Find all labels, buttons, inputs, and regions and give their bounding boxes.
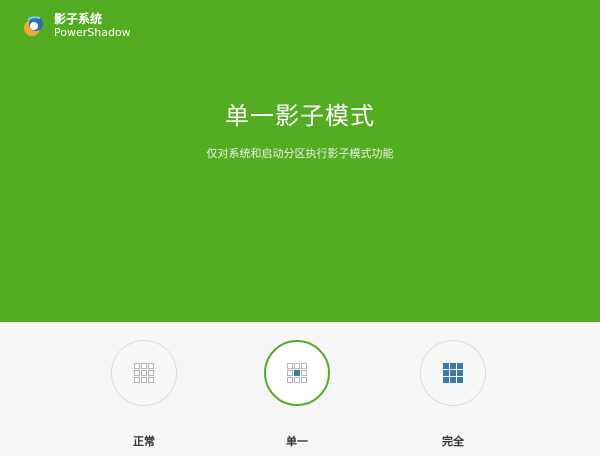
mode-full-button[interactable]: 完全 <box>408 340 498 449</box>
mode-normal-label: 正常 <box>133 435 155 448</box>
mode-title: 单一影子模式 <box>225 102 375 130</box>
grid-filled-icon <box>443 363 463 383</box>
mode-normal-button[interactable]: 正常 <box>99 340 189 449</box>
mode-description: 仅对系统和启动分区执行影子模式功能 <box>206 147 394 160</box>
app-subtitle: PowerShadow <box>54 26 131 39</box>
mode-single-circle[interactable] <box>264 340 330 406</box>
app-logo-icon <box>24 16 43 36</box>
brand: 影子系统 PowerShadow <box>22 12 131 40</box>
mode-normal-circle[interactable] <box>111 340 177 406</box>
mode-single-label: 单一 <box>286 435 308 448</box>
grid-outline-icon <box>134 363 154 383</box>
hero-panel: 影子系统 PowerShadow 单一影子模式 仅对系统和启动分区执行影子模式功… <box>0 0 600 322</box>
mode-single-button[interactable]: 单一 <box>252 340 342 449</box>
mode-full-label: 完全 <box>442 435 464 448</box>
mode-selector: 正常 单一 完全 <box>0 322 600 456</box>
grid-center-icon <box>287 363 307 383</box>
app-name: 影子系统 <box>54 12 103 26</box>
mode-full-circle[interactable] <box>420 340 486 406</box>
